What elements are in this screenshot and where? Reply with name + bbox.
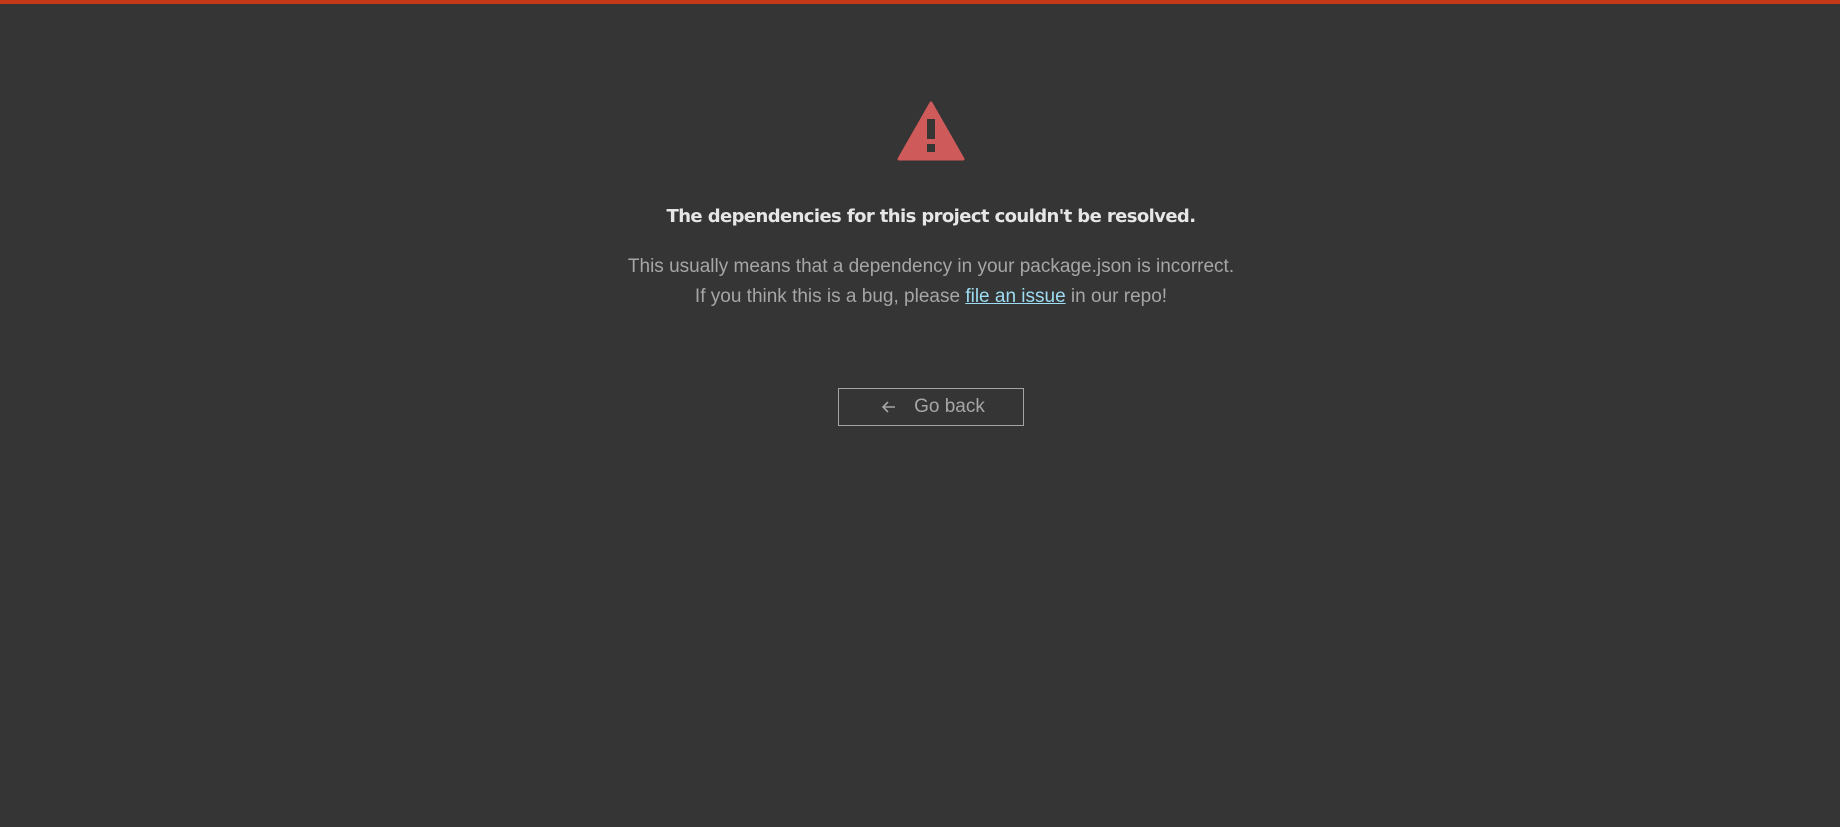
go-back-label: Go back [914,396,985,417]
file-issue-link[interactable]: file an issue [965,286,1065,307]
arrow-left-icon [881,401,896,413]
line2-prefix: If you think this is a bug, please [694,286,966,307]
error-page: The dependencies for this project couldn… [0,0,1840,827]
line2-suffix: in our repo! [1065,286,1168,307]
error-description-line2: If you think this is a bug, please file … [0,286,1840,308]
error-description-line1: This usually means that a dependency in … [627,256,1235,277]
go-back-button[interactable]: Go back [838,388,1024,426]
warning-triangle-icon [897,101,965,161]
error-title: The dependencies for this project couldn… [666,206,1197,227]
